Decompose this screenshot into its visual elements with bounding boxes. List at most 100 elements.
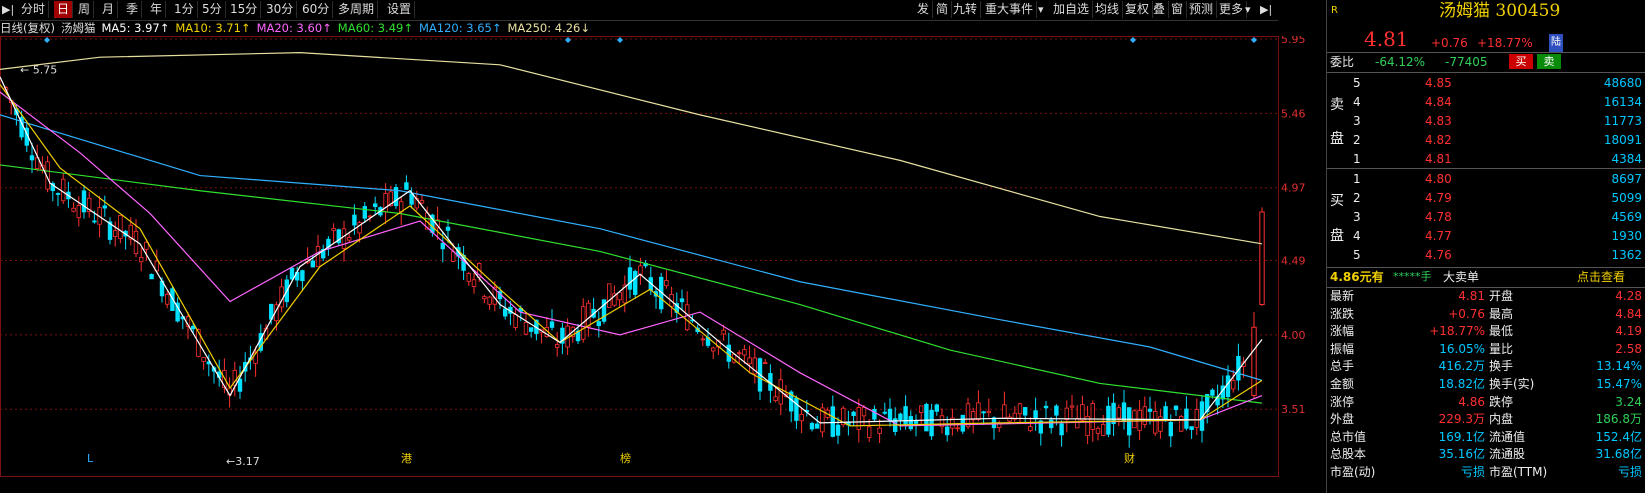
more-dropdown-icon[interactable]: ▾: [1245, 1, 1251, 18]
expand-right-icon[interactable]: ▶|: [1260, 1, 1272, 18]
candle-body: [763, 362, 768, 365]
r-mark: R: [1331, 5, 1338, 16]
event-marker-icon[interactable]: [1251, 37, 1257, 43]
candle-body: [1147, 408, 1153, 412]
stat-k1: 总手: [1330, 359, 1355, 374]
stat-k1: 振幅: [1330, 341, 1355, 356]
event-marker-icon[interactable]: [617, 37, 623, 43]
period-tab-11[interactable]: 多周期: [335, 1, 379, 18]
period-tab-12[interactable]: 设置: [384, 1, 416, 18]
candle-body: [440, 242, 445, 250]
bids-row[interactable]: 1 4.80 8697: [1327, 170, 1645, 188]
level: 1: [1353, 152, 1361, 166]
collapse-left-icon[interactable]: ▶|: [2, 1, 14, 18]
tool-6[interactable]: 复权: [1122, 1, 1154, 18]
period-tab-7[interactable]: 5分: [199, 1, 226, 18]
asks-row[interactable]: 4 4.84 16134: [1327, 93, 1645, 111]
volume: 48680: [1603, 76, 1642, 90]
asks-row[interactable]: 3 4.83 11773: [1327, 112, 1645, 130]
candle-body: [445, 226, 451, 231]
period-tab-2[interactable]: 周: [75, 1, 95, 18]
level: 3: [1353, 210, 1361, 224]
bids-row[interactable]: 3 4.78 4569: [1327, 208, 1645, 226]
tool-0[interactable]: 发: [914, 1, 934, 18]
candle-body: [529, 327, 534, 332]
events-dropdown-icon[interactable]: ▾: [1038, 1, 1044, 18]
asks-row[interactable]: 5 4.85 48680: [1327, 74, 1645, 92]
candle-body: [664, 280, 669, 287]
buy-side-label-1: 买: [1330, 193, 1344, 209]
stock-title: 汤姆猫 300459: [1439, 1, 1561, 21]
candle-body: [1059, 423, 1064, 436]
promo-link[interactable]: 点击查看: [1577, 268, 1625, 286]
stat-v2: 亏损: [1617, 465, 1642, 479]
period-tab-9[interactable]: 30分: [263, 1, 298, 18]
candle-body: [1101, 424, 1106, 436]
candle-body: [341, 228, 347, 249]
candle-body: [1033, 410, 1038, 420]
legend-ma-1: MA10: 3.71↑: [175, 21, 251, 35]
tool-5[interactable]: 均线: [1092, 1, 1124, 18]
stat-k1: 最新: [1330, 289, 1355, 303]
candle-body: [981, 411, 986, 414]
period-tab-10[interactable]: 60分: [299, 1, 334, 18]
period-tab-6[interactable]: 1分: [171, 1, 198, 18]
period-tab-8[interactable]: 15分: [227, 1, 262, 18]
legend-stock-name: 汤姆猫: [60, 21, 96, 35]
buy-side-label-2: 盘: [1330, 228, 1344, 244]
candle-body: [1043, 405, 1049, 409]
big-order-promo[interactable]: 4.86元有 *****手 大卖单 点击查看: [1327, 268, 1645, 286]
bottom-event-marker[interactable]: 港: [401, 452, 412, 465]
candle-body: [1142, 406, 1147, 425]
period-tab-1[interactable]: 日: [54, 1, 74, 18]
asks-row[interactable]: 2 4.82 18091: [1327, 131, 1645, 149]
price: 4.82: [1425, 133, 1452, 147]
candle-body: [1080, 404, 1085, 421]
tool-8[interactable]: 窗: [1168, 1, 1188, 18]
volume: 1930: [1611, 229, 1642, 243]
candle-body: [1163, 406, 1168, 422]
tool-2[interactable]: 九转: [950, 1, 982, 18]
candle-body: [71, 207, 76, 212]
period-toolbar: ▶| 分时日周月季年 1分 5分 15分 30分 60分 多周期 设置 发简九转 重大事件 加自选…: [0, 0, 1278, 21]
candle-body: [815, 423, 820, 429]
candle-body: [149, 274, 154, 280]
period-tab-3[interactable]: 月: [99, 1, 119, 18]
bids-row[interactable]: 2 4.79 5099: [1327, 189, 1645, 207]
bottom-event-marker[interactable]: 榜: [620, 451, 631, 465]
period-tab-0[interactable]: 分时: [18, 1, 50, 18]
bids-row[interactable]: 4 4.77 1930: [1327, 227, 1645, 245]
asks-row[interactable]: 1 4.81 4384: [1327, 150, 1645, 168]
tool-4[interactable]: 加自选: [1050, 1, 1094, 18]
stat-v2: 4.84: [1615, 306, 1642, 321]
candle-body: [1184, 408, 1189, 429]
candle-body: [861, 407, 867, 417]
event-marker-icon[interactable]: [44, 37, 50, 43]
period-tab-4[interactable]: 季: [123, 1, 143, 18]
event-marker-icon[interactable]: [565, 37, 571, 43]
period-tab-5[interactable]: 年: [147, 1, 167, 18]
bottom-event-marker[interactable]: 财: [1124, 451, 1135, 465]
stat-row: 振幅 16.05% 量比 2.58: [1327, 341, 1645, 358]
bottom-event-marker[interactable]: L: [87, 452, 94, 465]
candle-body: [700, 338, 705, 341]
sell-side-label-1: 卖: [1330, 97, 1344, 113]
kline-chart[interactable]: 5.95 5.46 4.97 4.49 4.00 3.51 ← 5.75 ←3.17 L 港 榜 财: [0, 36, 1326, 493]
price: 4.81: [1425, 152, 1452, 166]
tool-10[interactable]: 更多: [1216, 1, 1248, 18]
stat-v2: 4.19: [1615, 324, 1642, 339]
event-marker-icon[interactable]: [1130, 37, 1136, 43]
bids-row[interactable]: 5 4.76 1362: [1327, 246, 1645, 264]
level: 3: [1353, 114, 1361, 128]
buy-button[interactable]: 买: [1509, 54, 1533, 69]
candle-body: [487, 296, 492, 305]
tool-3[interactable]: 重大事件: [982, 1, 1038, 18]
candle-body: [877, 427, 882, 434]
sell-button[interactable]: 卖: [1537, 54, 1561, 69]
tool-9[interactable]: 预测: [1186, 1, 1218, 18]
price: 4.77: [1425, 229, 1452, 243]
tool-7[interactable]: 叠: [1150, 1, 1170, 18]
stat-v1: 4.86: [1458, 394, 1485, 409]
candle-body: [102, 205, 107, 209]
level: 4: [1353, 95, 1361, 109]
